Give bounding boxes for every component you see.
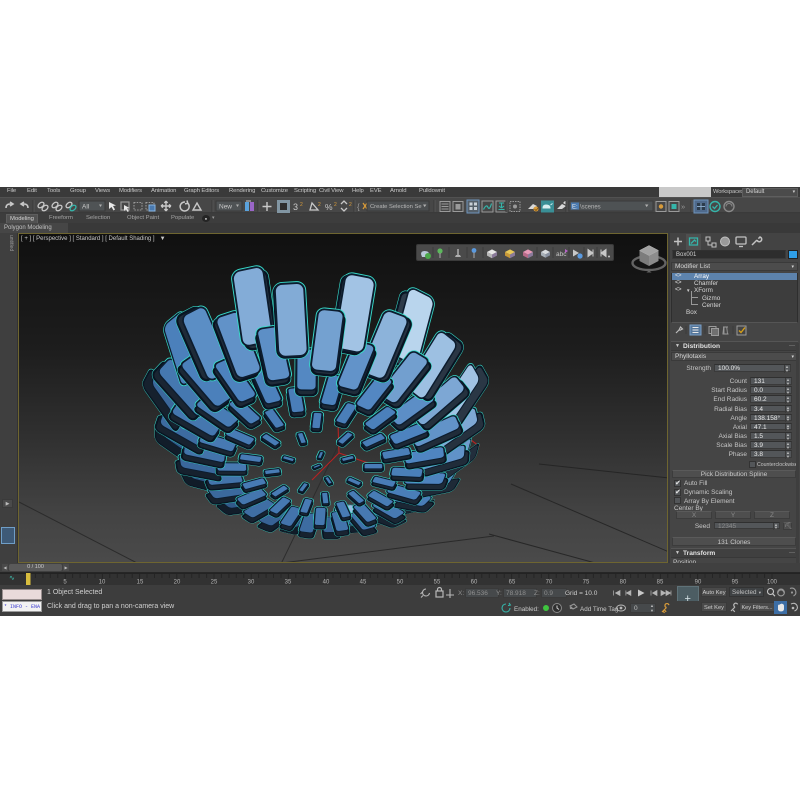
svg-text:3: 3 [293,202,298,212]
svg-text:2: 2 [334,202,337,208]
svg-text:All: All [82,204,90,211]
svg-text:\scenes: \scenes [580,204,601,210]
svg-text:E:: E: [572,204,578,210]
svg-text:Add Time Tag: Add Time Tag [580,606,619,613]
svg-text:»: » [681,202,685,211]
svg-text:%: % [325,202,333,212]
svg-text:Enabled:: Enabled: [514,606,539,613]
svg-text:2: 2 [318,202,321,208]
svg-text:Create Selection Se: Create Selection Se [370,204,422,210]
svg-text:New: New [219,204,232,211]
svg-text:{: { [357,203,360,212]
svg-text:2: 2 [300,202,303,208]
svg-text:2: 2 [349,202,352,208]
